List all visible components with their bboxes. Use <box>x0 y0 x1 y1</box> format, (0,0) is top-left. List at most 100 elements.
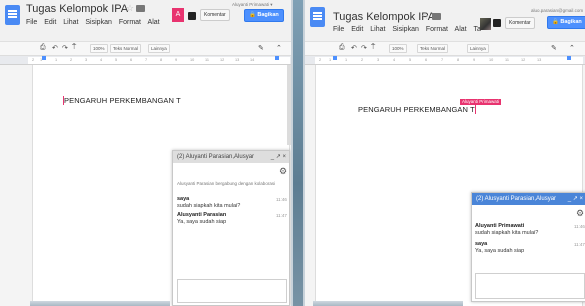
account-name[interactable]: Aluyanti Primawati ▾ <box>232 2 273 8</box>
ruler-track <box>315 57 583 64</box>
undo-icon[interactable]: ↶ <box>52 44 58 52</box>
ruler-left-indent[interactable] <box>333 56 337 60</box>
message-time: 11:47 <box>276 213 287 218</box>
taskbar-strip <box>30 301 170 306</box>
style-select[interactable]: Teks Normal <box>417 44 449 53</box>
menu-edit[interactable]: Edit <box>351 26 363 33</box>
menu-file[interactable]: File <box>333 26 344 33</box>
zoom-select[interactable]: 100% <box>389 44 407 53</box>
docs-logo-icon[interactable] <box>5 5 20 25</box>
system-message: Alusyanti Parasian bergabung dengan kola… <box>177 181 276 186</box>
gear-icon[interactable]: ⚙ <box>279 166 287 177</box>
ruler-label: 2 <box>32 58 35 62</box>
folder-icon[interactable] <box>432 13 441 20</box>
pen-icon[interactable]: ✎ <box>551 44 557 52</box>
menu-sisipkan[interactable]: Sisipkan <box>392 26 418 33</box>
ruler-left-indent[interactable] <box>42 56 46 60</box>
style-select[interactable]: Teks Normal <box>110 44 142 53</box>
paint-format-icon[interactable]: ⍑ <box>72 44 76 52</box>
document-title[interactable]: Tugas Kelompok IPA <box>26 3 128 15</box>
docs-header: Tugas Kelompok IPA ☆ File Edit Lihat Sis… <box>0 0 291 42</box>
message-text: sudah siapkah kita mulai? <box>475 230 539 236</box>
document-text[interactable]: PENGARUH PERKEMBANGAN T <box>358 105 476 114</box>
document-text[interactable]: PENGARUH PERKEMBANGAN T <box>63 96 181 105</box>
collaborator-avatar[interactable] <box>480 18 491 30</box>
ruler-label: 13 <box>235 58 240 62</box>
chat-icon[interactable] <box>493 19 501 27</box>
bagikan-label: Bagikan <box>257 12 279 18</box>
ruler: 2 1 1 2 3 4 5 6 7 8 9 10 11 12 13 <box>305 56 585 65</box>
menu-edit[interactable]: Edit <box>44 19 56 26</box>
ruler-label: 7 <box>145 58 148 62</box>
star-icon[interactable]: ☆ <box>421 11 429 22</box>
docs-header: Tugas Kelompok IPA ☆ File Edit Lihat Sis… <box>305 0 585 42</box>
komentar-button[interactable]: Komentar <box>505 17 535 29</box>
komentar-button[interactable]: Komentar <box>200 9 230 21</box>
bagikan-button[interactable]: 🔒 Bagikan <box>244 9 284 22</box>
message-time: 11:47 <box>574 242 585 247</box>
chat-header[interactable]: (2) Aluyanti Parasian,Alusyar _ ↗ × <box>173 151 289 163</box>
chat-panel: (2) Alusyanti Parasian,Alusyar _ ↗ × ⚙ A… <box>471 192 585 302</box>
document-title[interactable]: Tugas Kelompok IPA <box>333 11 435 23</box>
collaborator-cursor-label: Aluyanti Primawati <box>460 99 502 105</box>
folder-icon[interactable] <box>136 5 145 12</box>
ruler-label: 12 <box>220 58 225 62</box>
ruler-label: 3 <box>377 58 380 62</box>
message-sender: saya <box>475 241 488 247</box>
undo-icon[interactable]: ↶ <box>351 44 357 52</box>
message-time: 11:46 <box>574 224 585 229</box>
redo-icon[interactable]: ↷ <box>361 44 367 52</box>
ruler-label: 11 <box>505 58 509 62</box>
print-icon[interactable]: ⎙ <box>339 44 345 52</box>
ruler: 2 1 1 2 3 4 5 6 7 8 9 10 11 12 13 14 <box>0 56 291 65</box>
ruler-right-indent[interactable] <box>567 56 571 60</box>
ruler-label: 1 <box>55 58 58 62</box>
collaborator-avatar[interactable]: A <box>172 8 184 22</box>
collapse-icon[interactable]: ⌃ <box>569 44 575 52</box>
docs-logo-icon[interactable] <box>310 7 325 27</box>
more-select[interactable]: Lainnya <box>148 44 170 53</box>
print-icon[interactable]: ⎙ <box>40 44 46 52</box>
bagikan-button[interactable]: 🔒 Bagikan <box>547 16 585 29</box>
chat-icon[interactable] <box>188 12 196 20</box>
menu-lihat[interactable]: Lihat <box>370 26 385 33</box>
chat-input[interactable] <box>475 273 585 299</box>
scrollbar[interactable] <box>287 65 291 145</box>
ruler-label: 7 <box>441 58 444 62</box>
menu-format[interactable]: Format <box>119 19 141 26</box>
ruler-label: 4 <box>100 58 103 62</box>
ruler-right-indent[interactable] <box>275 56 279 60</box>
menu-format[interactable]: Format <box>426 26 448 33</box>
menu-sisipkan[interactable]: Sisipkan <box>85 19 111 26</box>
zoom-select[interactable]: 100% <box>90 44 108 53</box>
lock-icon: 🔒 <box>249 12 256 18</box>
message-sender: Aluyanti Primawati <box>475 223 525 229</box>
menu-lihat[interactable]: Lihat <box>63 19 78 26</box>
pen-icon[interactable]: ✎ <box>258 44 264 52</box>
gear-icon[interactable]: ⚙ <box>576 208 584 219</box>
chat-window-controls[interactable]: _ ↗ × <box>568 193 583 205</box>
star-icon[interactable]: ☆ <box>126 3 134 14</box>
more-select[interactable]: Lainnya <box>467 44 489 53</box>
document-heading: PENGARUH PERKEMBANGAN T <box>358 105 475 114</box>
ruler-label: 12 <box>521 58 526 62</box>
taskbar-strip <box>313 301 463 306</box>
ruler-label: 8 <box>160 58 163 62</box>
ruler-label: 2 <box>319 58 322 62</box>
ruler-label: 2 <box>361 58 364 62</box>
ruler-label: 10 <box>489 58 494 62</box>
ruler-label: 8 <box>457 58 460 62</box>
message-text: sudah siapkah kita mulai? <box>177 203 241 209</box>
chat-window-controls[interactable]: _ ↗ × <box>271 151 286 163</box>
menu-alat[interactable]: Alat <box>148 19 160 26</box>
chat-title: (2) Alusyanti Parasian,Alusyar <box>476 196 557 202</box>
right-docs-window: Tugas Kelompok IPA ☆ File Edit Lihat Sis… <box>303 0 585 306</box>
collapse-icon[interactable]: ⌃ <box>276 44 282 52</box>
menu-alat[interactable]: Alat <box>455 26 467 33</box>
paint-format-icon[interactable]: ⍑ <box>371 44 375 52</box>
menu-file[interactable]: File <box>26 19 37 26</box>
account-email[interactable]: aluo.parasian@gmail.com <box>531 8 583 13</box>
chat-header[interactable]: (2) Alusyanti Parasian,Alusyar _ ↗ × <box>472 193 585 205</box>
chat-input[interactable] <box>177 279 287 303</box>
redo-icon[interactable]: ↷ <box>62 44 68 52</box>
